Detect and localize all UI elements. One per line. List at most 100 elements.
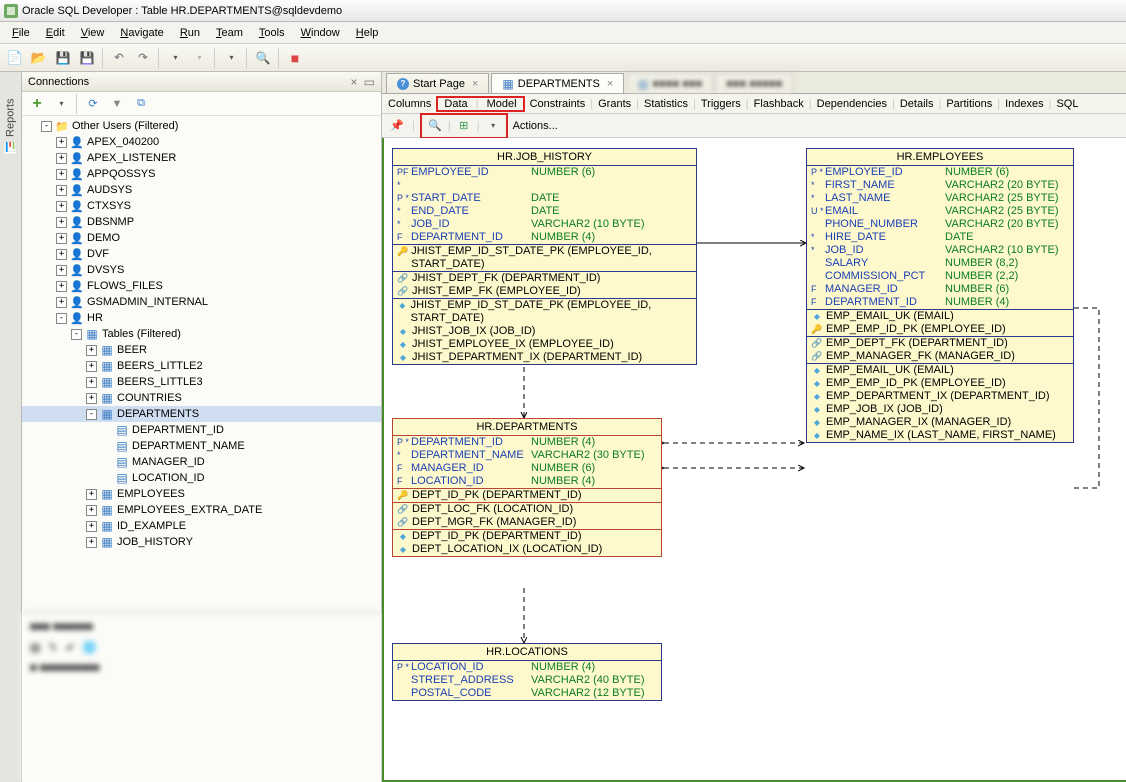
tree-node[interactable]: -DEPARTMENTS [22,406,381,422]
pane-close-icon[interactable]: × [351,75,358,89]
tree-node[interactable]: +ID_EXAMPLE [22,518,381,534]
tree-node[interactable]: LOCATION_ID [22,470,381,486]
tree-node[interactable]: +AUDSYS [22,182,381,198]
tree-node[interactable]: +EMPLOYEES [22,486,381,502]
tree-node[interactable]: +DVF [22,246,381,262]
tree-node[interactable]: +EMPLOYEES_EXTRA_DATE [22,502,381,518]
tree-node[interactable]: +BEER [22,342,381,358]
menubar[interactable]: File Edit View Navigate Run Team Tools W… [0,22,1126,44]
tree-toggle-icon[interactable]: + [86,345,97,356]
saveall-button[interactable] [76,47,98,69]
save-button[interactable] [52,47,74,69]
tree-node[interactable]: +APPQOSSYS [22,166,381,182]
tree-node[interactable]: +DBSNMP [22,214,381,230]
tree-toggle-icon[interactable]: + [56,281,67,292]
tree-node[interactable]: +APEX_040200 [22,134,381,150]
tree-node[interactable]: +CTXSYS [22,198,381,214]
refresh-icon[interactable]: ⟳ [82,93,104,115]
close-icon[interactable]: × [472,78,478,90]
menu-edit[interactable]: Edit [40,25,71,41]
subtab-model[interactable]: Model [483,96,521,112]
entity-employees[interactable]: HR.EMPLOYEESP *EMPLOYEE_IDNUMBER (6) *FI… [806,148,1074,443]
tree-toggle-icon[interactable]: + [56,249,67,260]
tree-node[interactable]: +DVSYS [22,262,381,278]
tree-toggle-icon[interactable]: + [56,185,67,196]
tree-toggle-icon[interactable]: + [86,393,97,404]
tree-toggle-icon[interactable]: + [56,265,67,276]
entity-job-history[interactable]: HR.JOB_HISTORYPF *EMPLOYEE_IDNUMBER (6)P… [392,148,697,365]
actions-link[interactable]: Actions... [513,120,558,132]
connections-tree[interactable]: -Other Users (Filtered)+APEX_040200+APEX… [22,116,381,612]
reports-tab[interactable]: 📊Reports [2,92,19,160]
subtab-grants[interactable]: Grants [594,96,635,112]
tab-start-page[interactable]: Start Page× [386,73,489,93]
tree-toggle-icon[interactable]: + [56,233,67,244]
tree-toggle-icon[interactable]: - [71,329,82,340]
tns-icon[interactable]: ⧉ [130,93,152,115]
tab-ghost2[interactable]: ■■■ ■■■■■ [715,73,793,93]
open-button[interactable] [28,47,50,69]
tree-node[interactable]: +DEMO [22,230,381,246]
tree-node[interactable]: +BEERS_LITTLE3 [22,374,381,390]
stop-button[interactable] [284,47,306,69]
pane-minimize-icon[interactable]: ▭ [364,75,375,89]
subtab-constraints[interactable]: Constraints [526,96,590,112]
subtab-data[interactable]: Data [440,96,471,112]
menu-view[interactable]: View [75,25,111,41]
subtab-statistics[interactable]: Statistics [640,96,692,112]
entity-locations[interactable]: HR.LOCATIONSP *LOCATION_IDNUMBER (4)STRE… [392,643,662,701]
menu-tools[interactable]: Tools [253,25,291,41]
subtab-dependencies[interactable]: Dependencies [813,96,891,112]
pin-icon[interactable]: 📌 [386,115,408,137]
menu-navigate[interactable]: Navigate [114,25,169,41]
close-icon[interactable]: × [607,78,613,90]
subtab-triggers[interactable]: Triggers [697,96,745,112]
filter-icon[interactable]: ▼ [106,93,128,115]
tree-node[interactable]: +GSMADMIN_INTERNAL [22,294,381,310]
redo-button[interactable] [132,47,154,69]
tree-toggle-icon[interactable]: + [86,377,97,388]
subtab-columns[interactable]: Columns [384,96,435,112]
tree-toggle-icon[interactable]: + [86,489,97,500]
tree-toggle-icon[interactable]: + [86,521,97,532]
new-button[interactable] [4,47,26,69]
tree-node[interactable]: -Other Users (Filtered) [22,118,381,134]
subtab-sql[interactable]: SQL [1052,96,1082,112]
new-connection-button[interactable]: + [26,93,48,115]
tree-toggle-icon[interactable]: + [86,361,97,372]
subtab-partitions[interactable]: Partitions [942,96,996,112]
menu-team[interactable]: Team [210,25,249,41]
tab-ghost1[interactable]: ■■■■ ■■■ [626,73,713,93]
tree-node[interactable]: -HR [22,310,381,326]
forward-button[interactable] [188,47,210,69]
tree-node[interactable]: +BEERS_LITTLE2 [22,358,381,374]
entity-departments[interactable]: HR.DEPARTMENTSP *DEPARTMENT_IDNUMBER (4)… [392,418,662,557]
tree-toggle-icon[interactable]: + [56,153,67,164]
tree-toggle-icon[interactable]: + [56,217,67,228]
tree-toggle-icon[interactable]: + [86,505,97,516]
menu-run[interactable]: Run [174,25,206,41]
menu-window[interactable]: Window [295,25,346,41]
diagram-icon[interactable]: ⊞ [453,115,475,137]
tree-node[interactable]: +FLOWS_FILES [22,278,381,294]
tree-node[interactable]: DEPARTMENT_ID [22,422,381,438]
tree-node[interactable]: DEPARTMENT_NAME [22,438,381,454]
arrow-down-icon[interactable] [482,115,504,137]
tree-node[interactable]: MANAGER_ID [22,454,381,470]
tree-toggle-icon[interactable]: + [56,137,67,148]
model-canvas[interactable]: HR.JOB_HISTORYPF *EMPLOYEE_IDNUMBER (6)P… [382,138,1126,782]
menu-file[interactable]: File [6,25,36,41]
subtab-details[interactable]: Details [896,96,938,112]
subtab-flashback[interactable]: Flashback [750,96,808,112]
zoom-icon[interactable]: 🔍 [424,115,446,137]
new-connection-dropdown[interactable] [50,93,72,115]
tree-toggle-icon[interactable]: - [56,313,67,324]
tree-toggle-icon[interactable]: + [56,169,67,180]
subtab-indexes[interactable]: Indexes [1001,96,1048,112]
tree-node[interactable]: +COUNTRIES [22,390,381,406]
undo-button[interactable] [108,47,130,69]
tab-departments[interactable]: DEPARTMENTS× [491,73,624,93]
tree-toggle-icon[interactable]: + [86,537,97,548]
tree-toggle-icon[interactable]: + [56,201,67,212]
tree-node[interactable]: +APEX_LISTENER [22,150,381,166]
